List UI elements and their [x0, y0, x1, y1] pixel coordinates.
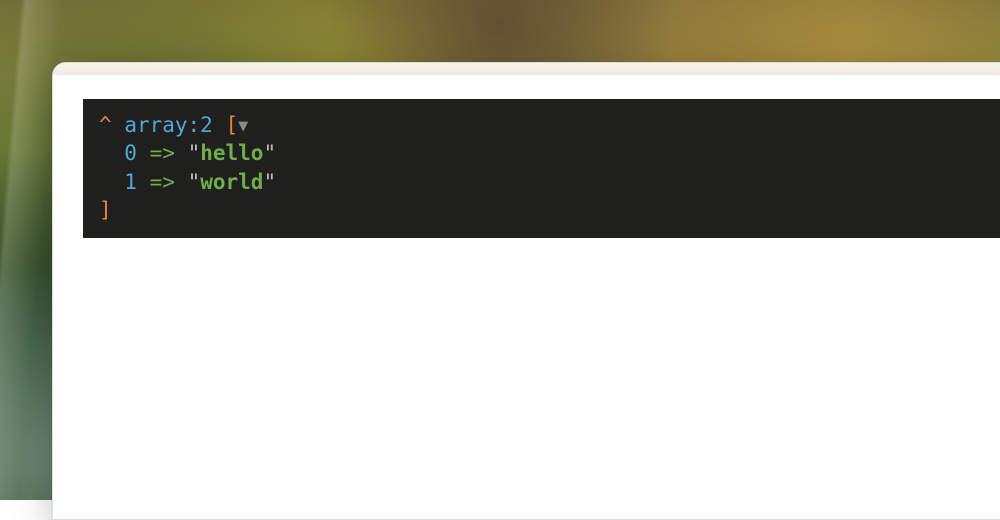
collapse-triangle-icon[interactable]: ▼ — [238, 114, 248, 137]
quote-close: " — [263, 141, 276, 165]
close-bracket: ] — [99, 198, 112, 222]
expand-caret-icon[interactable]: ^ — [99, 113, 112, 137]
var-dump-panel: ^ array:2 [▼ 0 => "hello" 1 => "world"] — [83, 99, 1000, 238]
quote-close: " — [263, 170, 276, 194]
arrow-icon: => — [150, 141, 175, 165]
dump-entry-key: 1 — [124, 170, 137, 194]
dump-entry: 0 => "hello" — [99, 139, 1000, 167]
browser-window: ^ array:2 [▼ 0 => "hello" 1 => "world"] — [52, 62, 1000, 520]
dump-entry: 1 => "world" — [99, 168, 1000, 196]
quote-open: " — [188, 141, 201, 165]
arrow-icon: => — [150, 170, 175, 194]
open-bracket: [ — [225, 113, 238, 137]
quote-open: " — [188, 170, 201, 194]
dump-entry-value: hello — [200, 141, 263, 165]
dump-type-label: array:2 — [124, 113, 213, 137]
dump-entry-key: 0 — [124, 141, 137, 165]
dump-entry-value: world — [200, 170, 263, 194]
